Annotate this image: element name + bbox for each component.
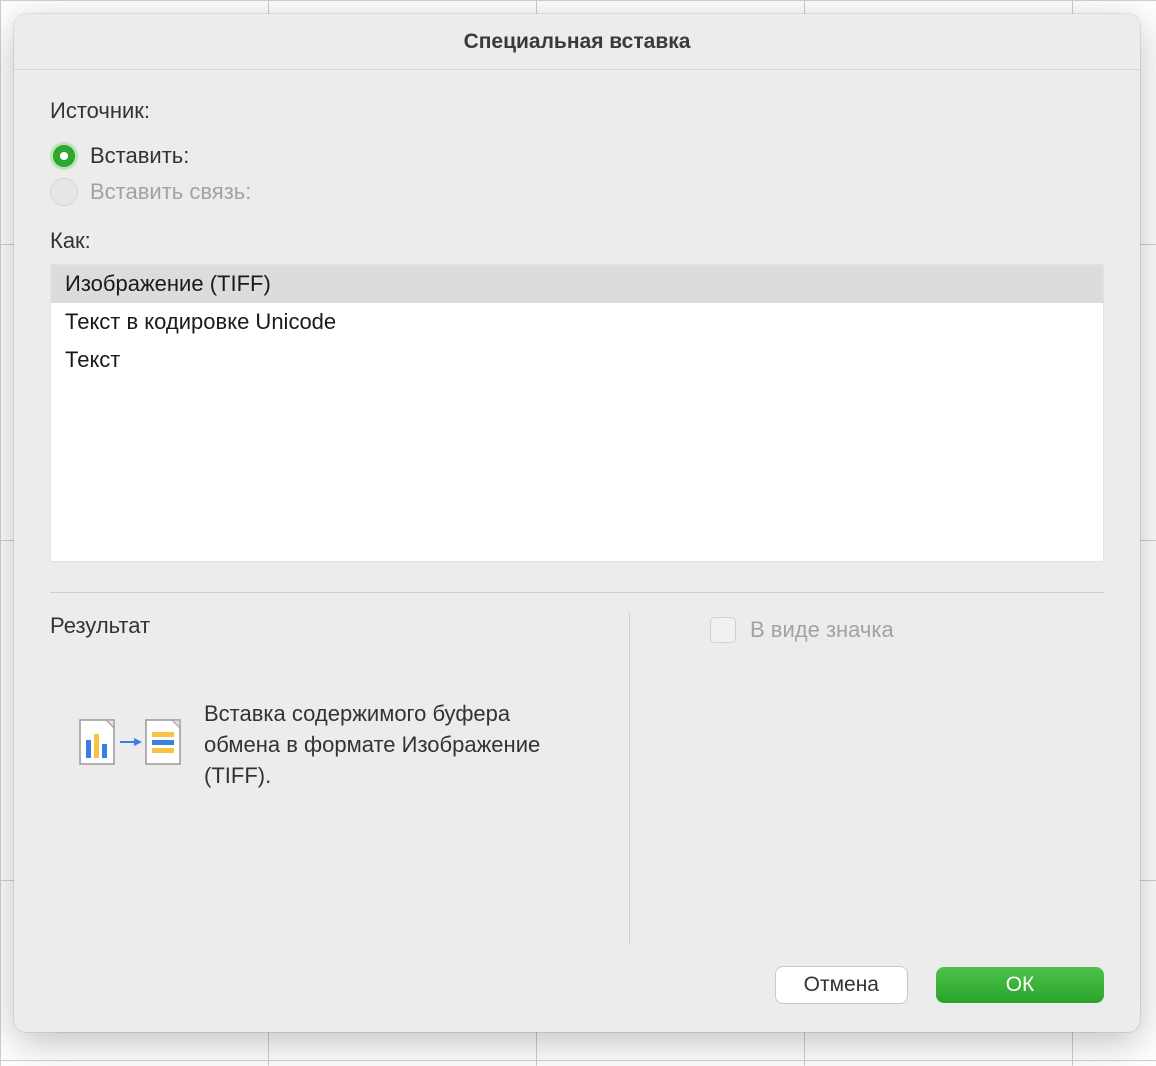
source-label: Источник: (50, 98, 1104, 124)
dialog-titlebar: Специальная вставка (14, 14, 1140, 70)
result-section: Результат (50, 613, 630, 944)
dialog-body: Источник: Вставить: Вставить связь: Как:… (14, 70, 1140, 944)
as-icon-label: В виде значка (750, 617, 894, 643)
result-text: Вставка содержимого буфера обмена в форм… (204, 699, 564, 791)
ok-button[interactable]: ОК (936, 967, 1104, 1003)
dialog-footer: Отмена ОК (14, 944, 1140, 1032)
result-label: Результат (50, 613, 609, 639)
as-icon-checkbox (710, 617, 736, 643)
format-list[interactable]: Изображение (TIFF) Текст в кодировке Uni… (50, 264, 1104, 562)
paste-icon (74, 710, 184, 780)
radio-paste-link (50, 178, 78, 206)
radio-paste-link-row: Вставить связь: (50, 178, 1104, 206)
lower-section: Результат (50, 593, 1104, 944)
format-item-tiff[interactable]: Изображение (TIFF) (51, 265, 1103, 303)
dialog-title: Специальная вставка (464, 30, 691, 54)
format-item-unicode[interactable]: Текст в кодировке Unicode (51, 303, 1103, 341)
format-item-text[interactable]: Текст (51, 341, 1103, 379)
radio-paste-label: Вставить: (90, 143, 189, 169)
as-icon-row: В виде значка (710, 617, 1104, 643)
radio-paste-row[interactable]: Вставить: (50, 142, 1104, 170)
radio-paste[interactable] (50, 142, 78, 170)
as-label: Как: (50, 228, 1104, 254)
paste-special-dialog: Специальная вставка Источник: Вставить: … (14, 14, 1140, 1032)
cancel-button[interactable]: Отмена (775, 966, 908, 1004)
icon-section: В виде значка (630, 613, 1104, 944)
result-content: Вставка содержимого буфера обмена в форм… (50, 699, 609, 791)
radio-paste-link-label: Вставить связь: (90, 179, 251, 205)
